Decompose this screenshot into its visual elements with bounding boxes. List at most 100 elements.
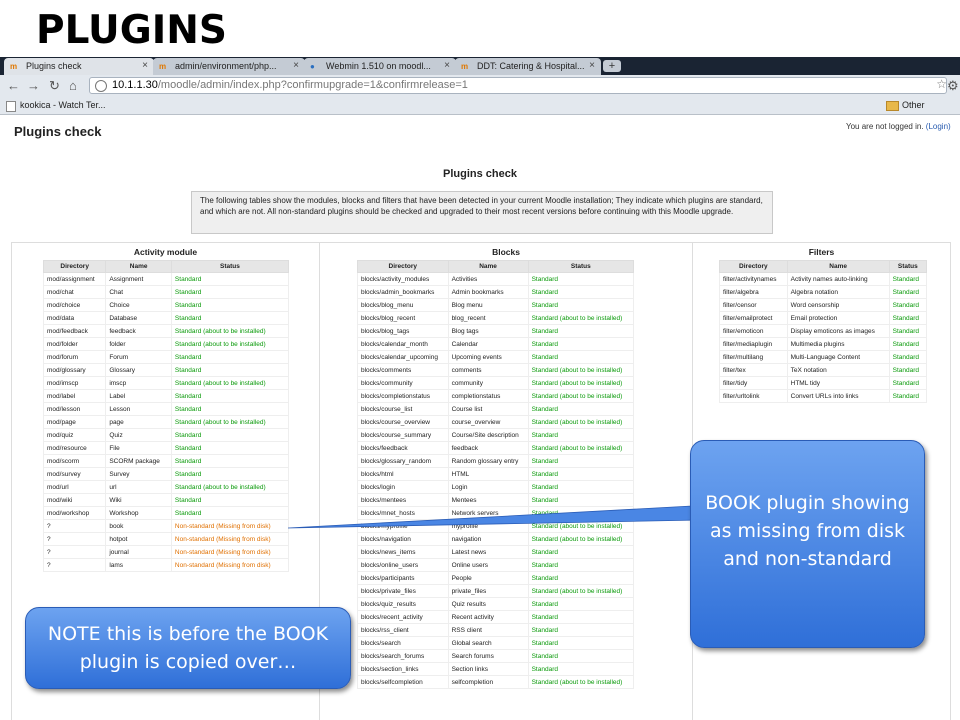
directory-cell: blocks/course_overview (357, 415, 449, 429)
name-cell: Network servers (447, 506, 529, 520)
directory-cell: filter/activitynames (719, 272, 788, 286)
name-cell: private_files (447, 584, 529, 598)
close-icon[interactable]: × (293, 60, 299, 71)
new-tab-button[interactable]: + (603, 60, 621, 72)
name-cell: Recent activity (447, 610, 529, 624)
directory-cell: mod/quiz (42, 428, 107, 442)
name-cell: url (105, 480, 172, 494)
back-arrow-icon[interactable]: ← (7, 78, 20, 94)
bookmark-kookica[interactable]: kookica - Watch Ter... (20, 97, 106, 113)
tab-admin-environment[interactable]: m admin/environment/php... × (153, 58, 305, 75)
name-cell: Chat (105, 285, 172, 299)
name-cell: File (105, 441, 172, 455)
activity-module-title: Activity module (133, 247, 198, 257)
login-link[interactable]: (Login) (926, 122, 951, 131)
directory-cell: filter/mediaplugin (719, 337, 788, 351)
wrench-icon[interactable]: ⚙ (947, 78, 959, 94)
status-cell: Standard (888, 350, 928, 364)
tab-label: DDT: Catering & Hospital... (477, 61, 585, 71)
name-cell: folder (105, 337, 172, 351)
status-cell: Standard (527, 610, 635, 624)
name-cell: Course list (447, 402, 529, 416)
status-cell: Standard (170, 285, 290, 299)
table-row: mod/workshop Workshop Standard (42, 506, 290, 520)
table-row: mod/imscp imscp Standard (about to be inst… (42, 376, 290, 390)
tab-plugins-check[interactable]: m Plugins check × (4, 58, 154, 75)
status-cell: Standard (about to be installed) (527, 376, 635, 390)
name-cell: Section links (447, 662, 529, 676)
tab-ddt-catering[interactable]: m DDT: Catering & Hospital... × (455, 58, 601, 75)
status-cell: Standard (527, 428, 635, 442)
status-cell: Standard (170, 454, 290, 468)
status-cell: Standard (527, 506, 635, 520)
name-cell: Forum (105, 350, 172, 364)
table-row: mod/resource File Standard (42, 441, 290, 455)
status-cell: Standard (888, 311, 928, 325)
filters-table: Directory Name Status filter/activitynames A… (719, 260, 928, 403)
table-row: blocks/community community Standard (about… (357, 376, 635, 390)
slide-title: PLUGINS (36, 8, 227, 53)
column-header: Status (170, 260, 290, 273)
globe-icon (95, 80, 107, 92)
blocks-table: Directory Name Status blocks/activity_modul… (357, 260, 635, 689)
forward-arrow-icon[interactable]: → (27, 78, 40, 94)
status-cell: Standard (527, 662, 635, 676)
directory-cell: blocks/blog_tags (357, 324, 449, 338)
url-host: 10.1.1.30 (112, 79, 158, 91)
table-row: ? lams Non-standard (Missing from disk) (42, 558, 290, 572)
directory-cell: blocks/private_files (357, 584, 449, 598)
info-box: The following tables show the modules, b… (191, 191, 773, 234)
directory-cell: blocks/news_items (357, 545, 449, 559)
name-cell: Online users (447, 558, 529, 572)
close-icon[interactable]: × (589, 60, 595, 71)
table-row: filter/tidy HTML tidy Standard (719, 376, 928, 390)
tab-webmin[interactable]: ● Webmin 1.510 on moodl... × (304, 58, 456, 75)
blocks-panel: Blocks Directory Name Status blocks/activit… (319, 242, 693, 720)
directory-cell: mod/chat (42, 285, 107, 299)
directory-cell: blocks/html (357, 467, 449, 481)
name-cell: community (447, 376, 529, 390)
directory-cell: blocks/recent_activity (357, 610, 449, 624)
close-icon[interactable]: × (444, 60, 450, 71)
name-cell: Activity names auto-linking (786, 272, 890, 286)
status-cell: Standard (888, 376, 928, 390)
table-header-row: Directory Name Status (719, 260, 928, 273)
directory-cell: filter/multilang (719, 350, 788, 364)
name-cell: Course/Site description (447, 428, 529, 442)
activity-module-table: Directory Name Status mod/assignment Assignm… (42, 260, 290, 572)
status-cell: Standard (527, 597, 635, 611)
table-row: blocks/participants People Standard (357, 571, 635, 585)
blocks-title: Blocks (492, 247, 520, 257)
address-bar[interactable]: 10.1.1.30/moodle/admin/index.php?confirm… (89, 77, 947, 94)
bookmark-star-icon[interactable]: ☆ (936, 77, 947, 92)
status-cell: Standard (about to be installed) (170, 376, 290, 390)
directory-cell: blocks/online_users (357, 558, 449, 572)
close-icon[interactable]: × (142, 60, 148, 71)
table-header-row: Directory Name Status (42, 260, 290, 273)
name-cell: Calendar (447, 337, 529, 351)
status-cell: Standard (about to be installed) (527, 441, 635, 455)
table-row: mod/survey Survey Standard (42, 467, 290, 481)
status-cell: Standard (about to be installed) (170, 337, 290, 351)
name-cell: page (105, 415, 172, 429)
login-info: You are not logged in. (Login) (846, 122, 951, 131)
status-cell: Standard (527, 467, 635, 481)
directory-cell: blocks/community (357, 376, 449, 390)
name-cell: HTML (447, 467, 529, 481)
name-cell: Blog tags (447, 324, 529, 338)
table-row: blocks/feedback feedback Standard (about t… (357, 441, 635, 455)
table-row: ? journal Non-standard (Missing from disk) (42, 545, 290, 559)
home-icon[interactable]: ⌂ (69, 78, 77, 94)
name-cell: myprofile (447, 519, 529, 533)
table-row: blocks/mentees Mentees Standard (357, 493, 635, 507)
status-cell: Standard (527, 454, 635, 468)
name-cell: Label (105, 389, 172, 403)
table-row: filter/activitynames Activity names auto-… (719, 272, 928, 286)
status-cell: Standard (170, 363, 290, 377)
table-row: blocks/blog_tags Blog tags Standard (357, 324, 635, 338)
table-row: mod/scorm SCORM package Standard (42, 454, 290, 468)
table-row: filter/emoticon Display emoticons as imag… (719, 324, 928, 338)
reload-icon[interactable]: ↻ (49, 78, 60, 94)
table-row: filter/urltolink Convert URLs into links S… (719, 389, 928, 403)
status-cell: Standard (about to be installed) (170, 415, 290, 429)
